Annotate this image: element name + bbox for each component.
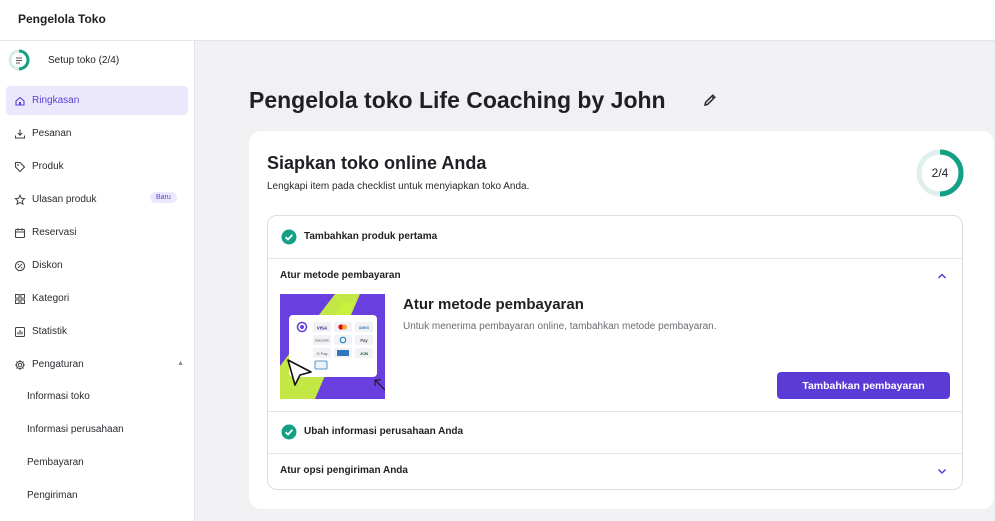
check-circle-icon [281,424,297,440]
check-circle-icon [281,229,297,245]
sidebar-item-pengaturan[interactable]: Pengaturan ▲ [6,350,188,379]
home-icon [15,96,25,106]
sidebar-item-kategori[interactable]: Kategori [6,284,188,313]
card-title: Siapkan toko online Anda [267,153,487,173]
progress-label: 2/4 [931,166,949,180]
sidebar-item-diskon[interactable]: Diskon [6,251,188,280]
gear-icon [15,360,25,370]
checklist-item-label: Atur opsi pengiriman Anda [280,465,408,476]
sidebar-item-ringkasan[interactable]: Ringkasan [6,86,188,115]
sidebar-subitem-pengiriman[interactable]: Pengiriman [27,490,78,501]
download-tray-icon [14,129,26,139]
sidebar-item-reservasi[interactable]: Reservasi [6,218,188,247]
checklist-item-pembayaran: Atur metode pembayaran VISA AMEX DISCOVE… [268,259,962,412]
checklist-item-produk[interactable]: Tambahkan produk pertama [268,216,962,259]
sidebar-item-ulasan-produk[interactable]: Ulasan produk Baru [6,185,188,214]
sidebar-item-label: Diskon [32,260,63,271]
visa-label: VISA [317,326,328,331]
sidebar-item-label: Kategori [32,293,70,304]
jcb-label: JCB [360,351,368,356]
sidebar-item-label: Pengaturan [32,359,84,370]
payment-section-title: Atur metode pembayaran [403,296,584,313]
sidebar-item-label: Pesanan [32,128,72,139]
google-pay-label: G Pay [316,351,327,356]
sidebar-item-label: Reservasi [32,227,77,238]
amex-label: AMEX [359,326,370,330]
collapse-caret-icon[interactable]: ▲ [177,360,184,367]
checklist: Tambahkan produk pertama Atur metode pem… [267,215,963,490]
sidebar-item-label: Ulasan produk [32,194,97,205]
app-title: Pengelola Toko [18,12,106,26]
main-content: Pengelola toko Life Coaching by John Sia… [195,41,995,521]
sidebar-item-label: Ringkasan [32,95,80,106]
chevron-up-icon[interactable] [936,270,948,282]
tag-icon [14,161,26,173]
top-bar: Pengelola Toko [0,0,995,41]
discount-badge-icon [14,260,26,272]
sidebar-item-label: Produk [32,161,64,172]
star-icon [14,194,26,206]
new-badge: Baru [150,192,177,203]
chevron-down-icon[interactable] [936,465,948,477]
checklist-item-label: Ubah informasi perusahaan Anda [304,426,464,437]
sidebar-item-pesanan[interactable]: Pesanan [6,119,188,148]
discover-label: DISCOVER [315,339,329,343]
setup-progress-label: Setup toko (2/4) [48,55,120,66]
add-payment-button[interactable]: Tambahkan pembayaran [777,372,950,399]
sidebar-item-produk[interactable]: Produk [6,152,188,181]
payment-section-description: Untuk menerima pembayaran online, tambah… [403,321,717,332]
sidebar: Setup toko (2/4) Ringkasan Pesanan Produ… [0,41,195,521]
setup-checklist-card: Siapkan toko online Anda Lengkapi item p… [249,131,994,509]
setup-progress-ring-icon [8,49,30,71]
checklist-item-label: Tambahkan produk pertama [304,231,438,242]
sidebar-subitem-pembayaran[interactable]: Pembayaran [27,457,84,468]
card-subtitle: Lengkapi item pada checklist untuk menyi… [267,181,530,192]
setup-progress-link[interactable]: Setup toko (2/4) [8,49,188,73]
page-title: Pengelola toko Life Coaching by John [249,87,666,113]
chart-icon [15,327,25,337]
sidebar-item-statistik[interactable]: Statistik [6,317,188,346]
sidebar-subitem-informasi-perusahaan[interactable]: Informasi perusahaan [27,424,124,435]
grid-icon [15,294,25,304]
checklist-item-label[interactable]: Atur metode pembayaran [280,270,401,281]
sidebar-subitem-informasi-toko[interactable]: Informasi toko [27,391,90,402]
payment-methods-illustration: VISA AMEX DISCOVER Pay G Pay JCB [280,294,385,399]
sidebar-item-label: Statistik [32,326,68,337]
checklist-item-perusahaan[interactable]: Ubah informasi perusahaan Anda [268,412,962,454]
pencil-icon[interactable] [702,92,718,108]
checklist-item-pengiriman[interactable]: Atur opsi pengiriman Anda [268,454,962,489]
apple-pay-label: Pay [360,338,368,343]
calendar-icon [14,228,26,239]
